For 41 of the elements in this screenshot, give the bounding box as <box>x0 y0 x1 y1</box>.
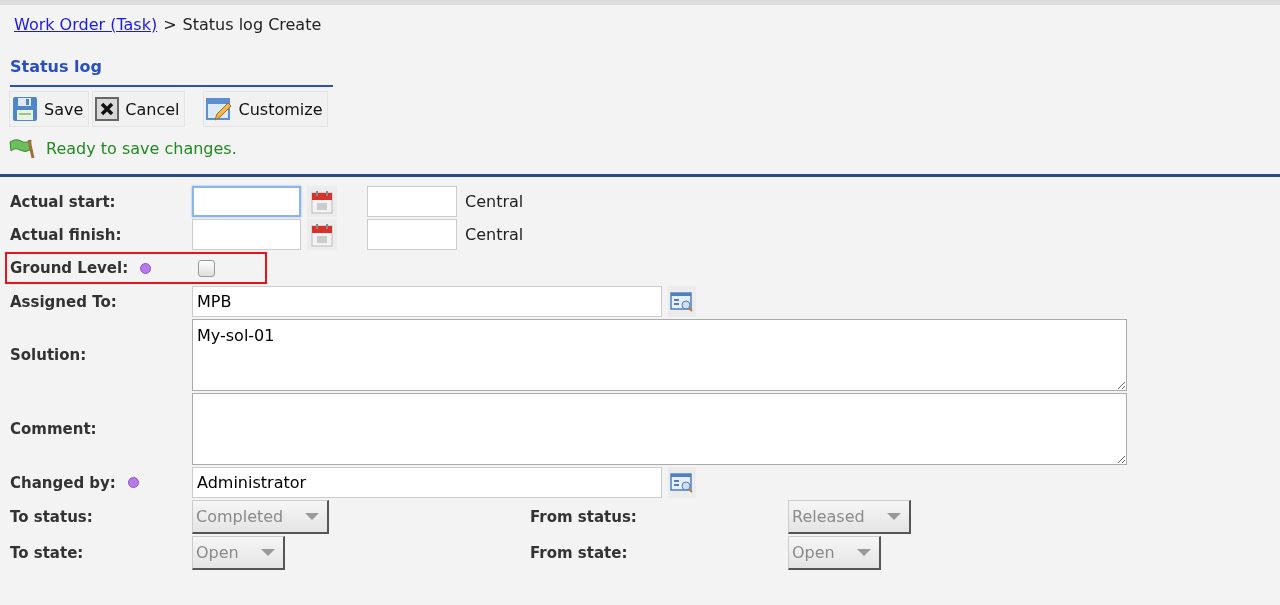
field-label: Comment: <box>10 420 97 438</box>
customize-button[interactable]: Customize <box>203 91 329 127</box>
field-label: To state: <box>10 544 85 562</box>
text-field[interactable]: Administrator <box>192 467 662 498</box>
flag-icon <box>9 137 35 159</box>
breadcrumb-current: Status log Create <box>182 14 322 34</box>
checkbox[interactable] <box>198 259 215 277</box>
field-label: From status: <box>530 508 638 526</box>
field-label: Actual finish: <box>10 225 122 244</box>
text-area[interactable]: My-sol-01 <box>192 319 1127 391</box>
time-field[interactable] <box>367 186 457 217</box>
timezone-label: Central <box>465 225 524 244</box>
field-label: Ground Level: <box>10 259 129 277</box>
field-label: To status: <box>10 508 94 526</box>
cancel-button[interactable]: Cancel <box>92 91 186 127</box>
time-field[interactable] <box>367 219 457 250</box>
save-button[interactable]: Save <box>9 91 90 127</box>
status-message: Ready to save changes. <box>46 138 237 158</box>
timezone-label: Central <box>465 192 524 211</box>
field-label: Actual start: <box>10 192 116 211</box>
date-field[interactable] <box>192 219 301 250</box>
caret-icon <box>260 549 275 556</box>
field-label: From state: <box>530 544 629 562</box>
date-field[interactable] <box>192 186 301 217</box>
calendar-icon[interactable] <box>307 186 337 217</box>
text-area[interactable] <box>192 393 1127 465</box>
lookup-icon[interactable] <box>668 286 696 317</box>
caret-icon <box>886 513 901 520</box>
caret-icon <box>305 513 320 520</box>
section-title: Status log <box>10 57 333 87</box>
field-label: Assigned To: <box>10 292 117 311</box>
field-label: Solution: <box>10 346 87 364</box>
window-pencil-icon <box>206 96 233 122</box>
breadcrumb-link[interactable]: Work Order (Task) <box>14 14 158 34</box>
breadcrumb-separator: > <box>163 14 177 34</box>
calendar-icon[interactable] <box>307 219 337 250</box>
lookup-icon[interactable] <box>668 467 696 498</box>
close-icon <box>95 97 120 121</box>
caret-icon <box>856 549 871 556</box>
text-field[interactable]: MPB <box>192 286 662 317</box>
field-label: Changed by: <box>10 473 116 492</box>
